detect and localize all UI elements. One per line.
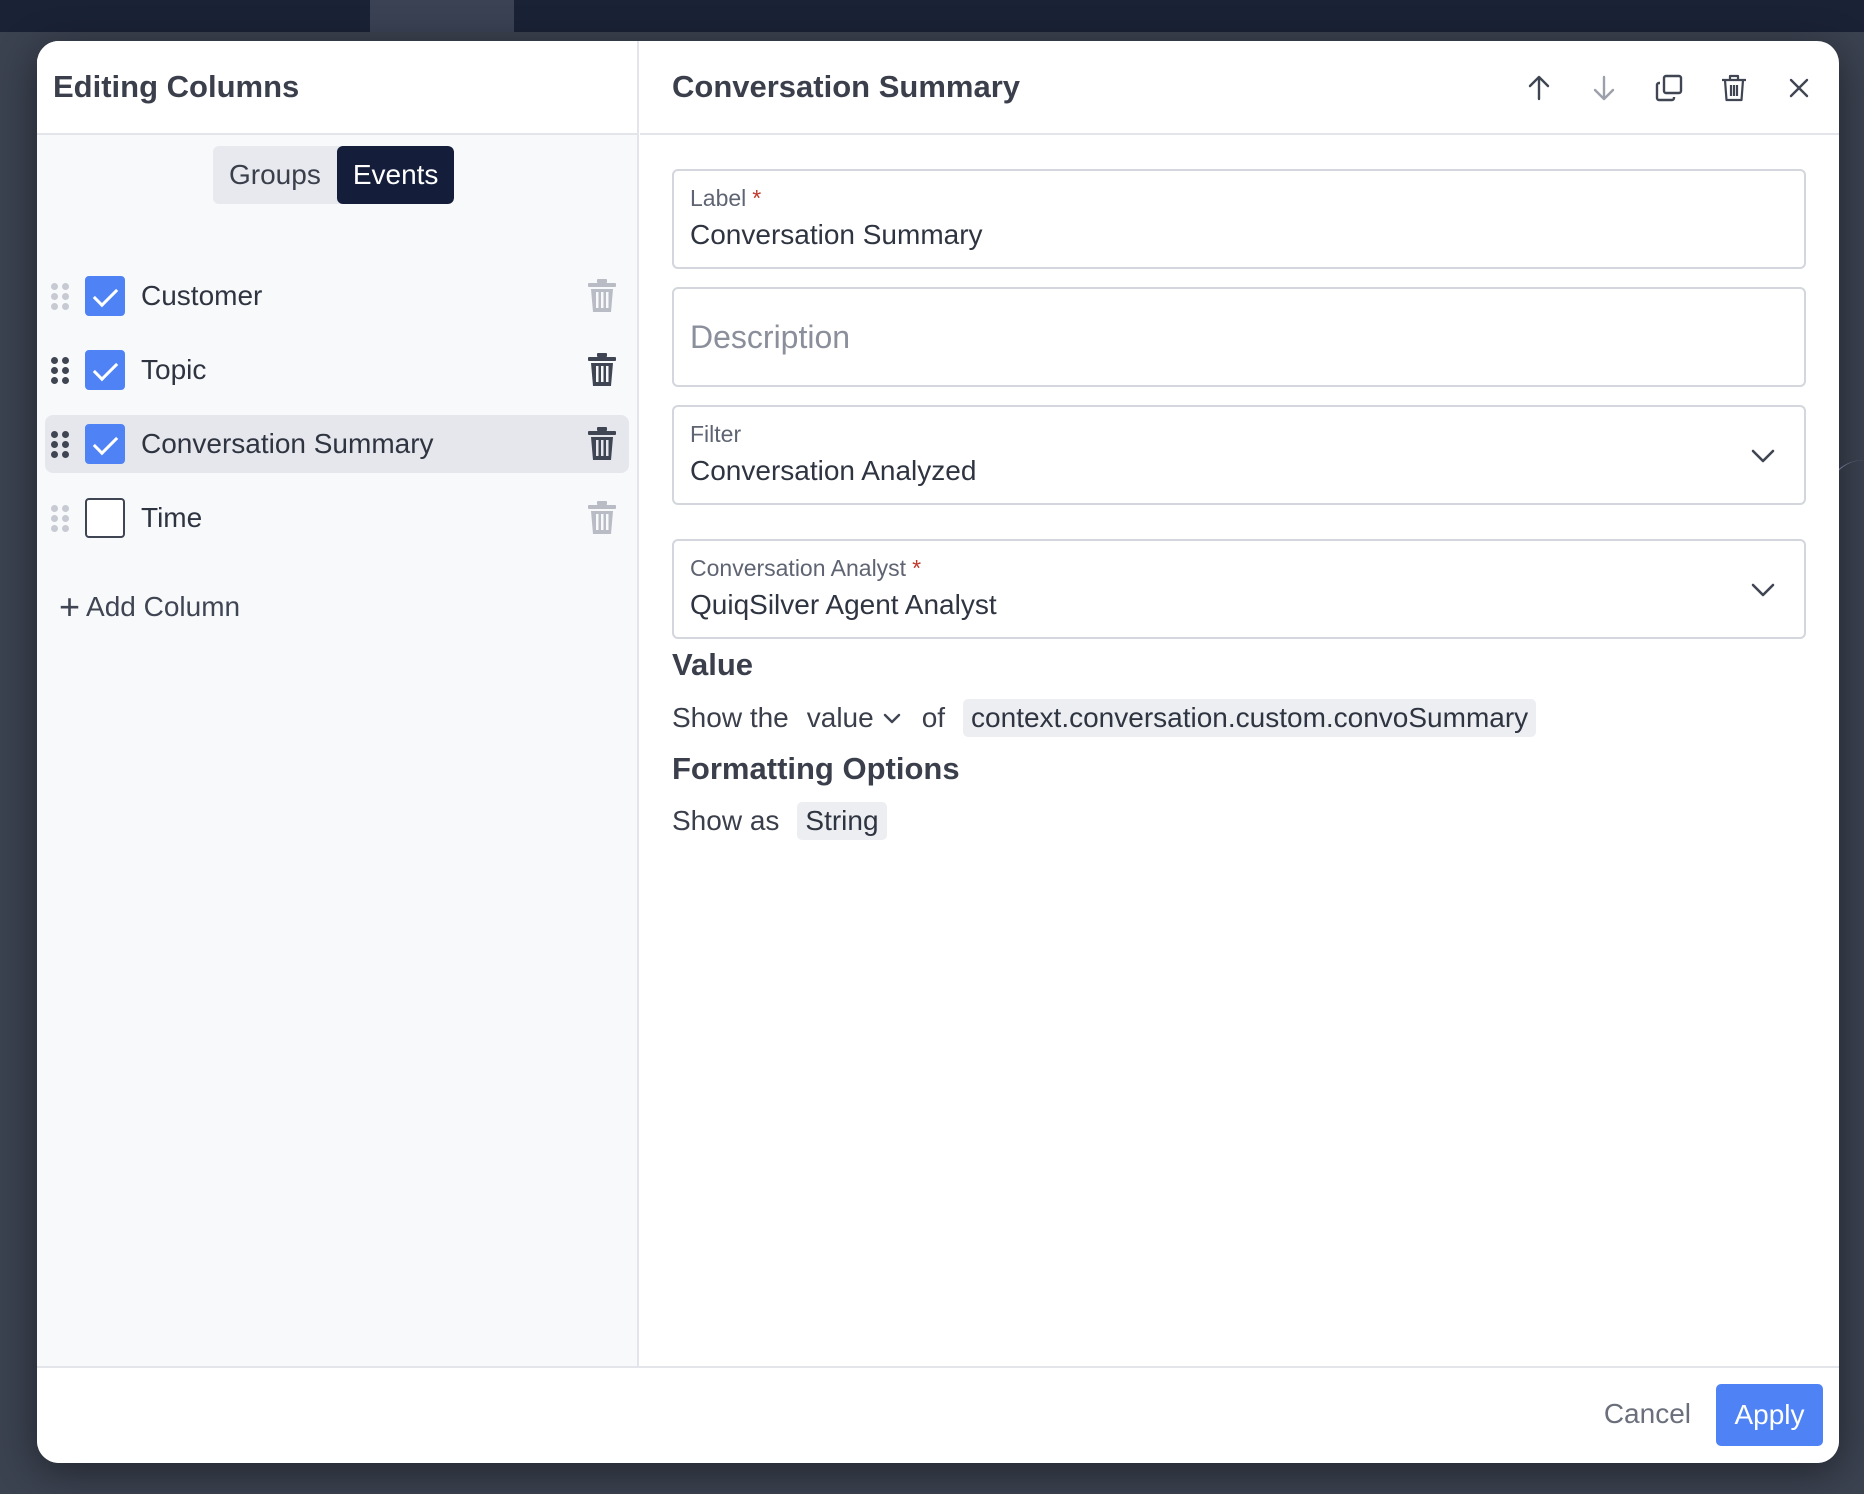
editor-header: Conversation Summary: [640, 41, 1839, 135]
trash-icon[interactable]: [587, 279, 617, 313]
label-field-value: Conversation Summary: [690, 219, 983, 250]
plus-icon: +: [59, 586, 81, 627]
cancel-button[interactable]: Cancel: [1604, 1398, 1691, 1430]
delete-icon[interactable]: [1714, 68, 1754, 108]
analyst-caption: Conversation Analyst: [690, 555, 907, 581]
label-field[interactable]: Label * Conversation Summary: [672, 169, 1806, 269]
analyst-value: QuiqSilver Agent Analyst: [690, 589, 997, 620]
column-row-conversation-summary[interactable]: Conversation Summary: [45, 415, 629, 473]
chevron-down-icon: [1748, 441, 1778, 471]
column-label: Conversation Summary: [141, 428, 434, 459]
move-down-icon[interactable]: [1584, 68, 1624, 108]
description-field[interactable]: Description: [672, 287, 1806, 387]
formatting-sentence: Show as String: [672, 802, 887, 840]
value-mode-select[interactable]: value: [807, 702, 904, 734]
value-mode-label: value: [806, 702, 874, 733]
trash-icon[interactable]: [587, 353, 617, 387]
backdrop-topbar: [0, 0, 1864, 32]
add-column-label: Add Column: [86, 591, 241, 622]
column-label: Topic: [141, 354, 207, 385]
drag-handle-icon[interactable]: [51, 283, 69, 310]
label-field-caption: Label: [690, 185, 747, 211]
columns-list-pane: Editing Columns Groups Events Customer T…: [37, 41, 639, 1366]
editing-columns-modal: Editing Columns Groups Events Customer T…: [37, 41, 1839, 1463]
chevron-down-icon: [1748, 575, 1778, 605]
formatting-section-title: Formatting Options: [672, 751, 960, 786]
description-placeholder: Description: [690, 319, 851, 355]
column-label: Customer: [141, 280, 263, 311]
left-header: Editing Columns: [37, 41, 637, 135]
backdrop-tab: [370, 0, 514, 32]
value-prefix: Show the: [672, 702, 789, 733]
editor-toolbar: [1494, 68, 1819, 108]
value-section-title: Value: [672, 647, 753, 682]
formatting-prefix: Show as: [672, 805, 780, 836]
column-editor-pane: Conversation Summary Label * Conversatio…: [640, 41, 1839, 1366]
column-row-topic[interactable]: Topic: [45, 341, 629, 399]
modal-footer: Cancel Apply: [37, 1366, 1839, 1463]
tab-events[interactable]: Events: [336, 146, 455, 204]
column-checkbox[interactable]: [85, 350, 125, 390]
filter-label: Filter: [690, 421, 742, 447]
column-label: Time: [141, 502, 203, 533]
value-of-text: of: [921, 702, 946, 733]
apply-button[interactable]: Apply: [1716, 1384, 1823, 1446]
groups-events-toggle: Groups Events: [213, 146, 455, 204]
duplicate-icon[interactable]: [1649, 68, 1689, 108]
value-sentence: Show the value of context.conversation.c…: [672, 699, 1537, 737]
chevron-down-icon: [883, 713, 900, 724]
filter-value: Conversation Analyzed: [690, 455, 977, 486]
required-marker: *: [752, 185, 762, 211]
drag-handle-icon[interactable]: [51, 431, 69, 458]
editor-title: Conversation Summary: [672, 69, 1020, 104]
column-row-time[interactable]: Time: [45, 489, 629, 547]
column-checkbox[interactable]: [85, 424, 125, 464]
label-field-label: Label *: [690, 185, 761, 212]
value-path-chip[interactable]: context.conversation.custom.convoSummary: [963, 699, 1537, 737]
filter-select[interactable]: Filter Conversation Analyzed: [672, 405, 1806, 505]
trash-icon[interactable]: [587, 501, 617, 535]
format-type-chip[interactable]: String: [797, 802, 887, 840]
analyst-label: Conversation Analyst *: [690, 555, 921, 582]
modal-title: Editing Columns: [53, 69, 300, 104]
required-marker: *: [912, 555, 922, 581]
add-column-button[interactable]: + Add Column: [59, 589, 240, 625]
conversation-analyst-select[interactable]: Conversation Analyst * QuiqSilver Agent A…: [672, 539, 1806, 639]
column-row-customer[interactable]: Customer: [45, 267, 629, 325]
move-up-icon[interactable]: [1519, 68, 1559, 108]
drag-handle-icon[interactable]: [51, 357, 69, 384]
trash-icon[interactable]: [587, 427, 617, 461]
column-checkbox[interactable]: [85, 498, 125, 538]
drag-handle-icon[interactable]: [51, 505, 69, 532]
column-checkbox[interactable]: [85, 276, 125, 316]
tab-groups[interactable]: Groups: [213, 146, 337, 204]
close-icon[interactable]: [1779, 68, 1819, 108]
